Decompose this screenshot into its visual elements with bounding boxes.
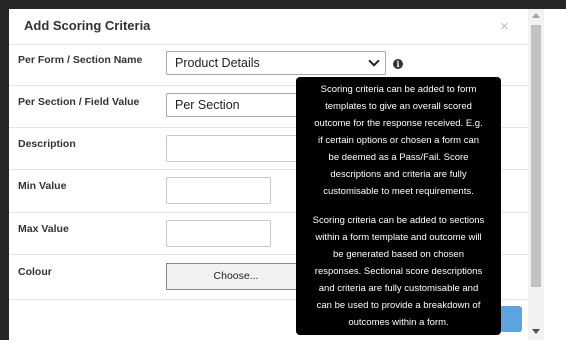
info-icon[interactable]: i <box>393 59 403 69</box>
min-value-input[interactable] <box>166 177 271 204</box>
scrollbar-thumb[interactable] <box>531 25 541 287</box>
tooltip-line: Scoring criteria can be added to form <box>320 84 477 95</box>
per-section-field-value-label: Per Section / Field Value <box>18 96 140 108</box>
modal-header: Add Scoring Criteria × <box>9 9 528 45</box>
tooltip-line: responses. Sectional score descriptions <box>314 266 483 277</box>
tooltip-paragraph-gap <box>301 200 496 212</box>
min-value-label: Min Value <box>18 180 67 192</box>
max-value-input[interactable] <box>166 220 271 247</box>
tooltip-line: outcome for the response received. E.g. <box>314 118 483 129</box>
modal-scrollbar[interactable] <box>528 9 544 340</box>
page-backdrop-left <box>0 0 9 357</box>
tooltip-line: and criteria are fully customisable and <box>318 283 479 294</box>
per-form-section-name-select[interactable]: Product Details <box>166 51 386 75</box>
primary-action-button[interactable] <box>500 306 522 332</box>
modal-title: Add Scoring Criteria <box>24 18 151 33</box>
colour-label: Colour <box>18 266 52 278</box>
tooltip-line: customisable to meet requirements. <box>323 186 474 197</box>
tooltip-line: be deemed as a Pass/Fail. Score <box>328 152 469 163</box>
per-form-section-name-label: Per Form / Section Name <box>18 54 143 66</box>
tooltip-line: Scoring criteria can be added to section… <box>312 215 485 226</box>
scoring-criteria-tooltip: Scoring criteria can be added to form te… <box>296 77 501 335</box>
tooltip-line: templates to give an overall scored <box>325 101 472 112</box>
per-form-section-name-value: Product Details <box>175 56 260 70</box>
tooltip-line: if certain options or chosen a form can <box>317 135 480 146</box>
tooltip-line: outcomes within a form. <box>348 317 449 328</box>
colour-choose-button[interactable]: Choose... <box>166 263 306 290</box>
page-backdrop-top <box>0 0 566 9</box>
tooltip-line: can be used to provide a breakdown of <box>316 300 481 311</box>
max-value-label: Max Value <box>18 223 69 235</box>
screen: Add Scoring Criteria × Per Form / Sectio… <box>0 0 566 357</box>
close-icon[interactable]: × <box>500 19 509 34</box>
page-bottom-edge <box>0 340 566 357</box>
scroll-up-arrow-icon[interactable] <box>532 13 540 18</box>
tooltip-line: be generated based on chosen <box>333 249 464 260</box>
description-label: Description <box>18 138 76 150</box>
scroll-down-arrow-icon[interactable] <box>532 329 540 334</box>
per-section-field-value-value: Per Section <box>175 98 240 112</box>
tooltip-line: within a form template and outcome will <box>315 232 482 243</box>
tooltip-line: descriptions and criteria are fully <box>330 169 467 180</box>
chevron-down-icon <box>368 55 380 67</box>
